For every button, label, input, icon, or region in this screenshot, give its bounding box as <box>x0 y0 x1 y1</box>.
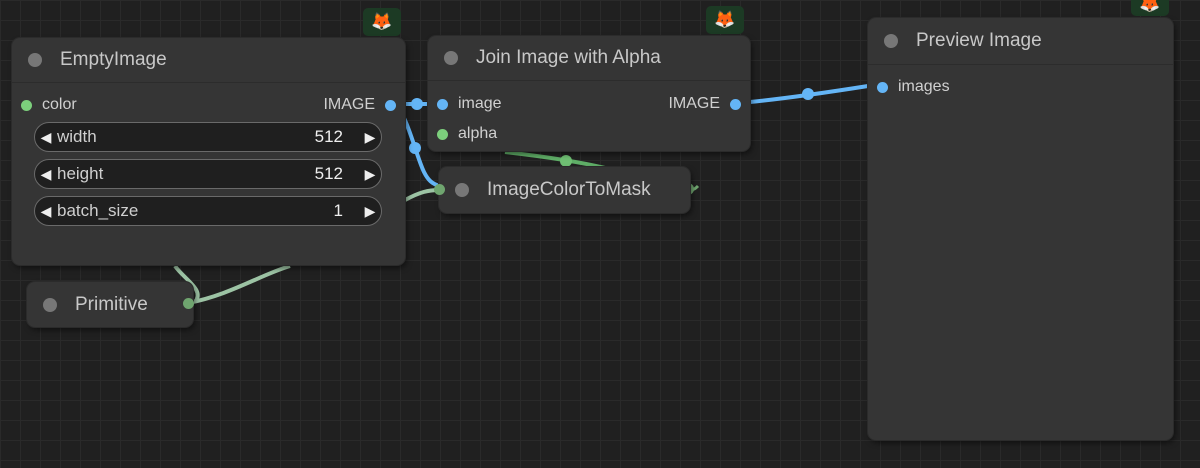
input-dot-icon[interactable] <box>877 81 888 93</box>
widget-width[interactable]: ◀ width 512 ▶ <box>34 122 382 152</box>
node-title-bar[interactable]: Preview Image <box>868 18 1173 65</box>
output-slot-image[interactable]: IMAGE <box>323 96 396 114</box>
increment-arrow-icon[interactable]: ▶ <box>359 129 381 146</box>
node-title: Join Image with Alpha <box>476 47 661 68</box>
slot-label: IMAGE <box>668 95 720 112</box>
node-primitive[interactable]: Primitive <box>27 282 193 327</box>
fox-badge-icon: 🦊 <box>363 8 401 36</box>
widget-label: height <box>57 164 104 183</box>
node-title-bar[interactable]: EmptyImage <box>12 38 405 83</box>
link-midpoint[interactable] <box>411 98 423 110</box>
link-midpoint[interactable] <box>560 155 572 167</box>
output-dot-icon[interactable] <box>730 98 741 110</box>
input-slot-images[interactable]: images <box>877 78 950 96</box>
node-preview-image[interactable]: Preview Image images <box>868 18 1173 440</box>
increment-arrow-icon[interactable]: ▶ <box>359 203 381 220</box>
link-join-to-preview[interactable] <box>749 84 869 104</box>
input-slot-image[interactable]: image <box>437 95 502 113</box>
input-dot-icon[interactable] <box>21 99 32 111</box>
decrement-arrow-icon[interactable]: ◀ <box>35 166 57 183</box>
output-dot-icon[interactable] <box>385 99 396 111</box>
widget-label: width <box>57 127 97 146</box>
slot-label: images <box>898 78 950 95</box>
node-title: EmptyImage <box>60 49 167 70</box>
node-title-bar[interactable]: Join Image with Alpha <box>428 36 750 81</box>
widget-value: 1 <box>333 201 343 220</box>
collapse-dot-icon[interactable] <box>455 183 469 197</box>
fox-badge-icon: 🦊 <box>706 6 744 34</box>
slot-label: color <box>42 96 77 113</box>
input-slot-alpha[interactable]: alpha <box>437 125 497 143</box>
input-dot-icon[interactable] <box>437 98 448 110</box>
collapse-dot-icon[interactable] <box>884 34 898 48</box>
widget-value: 512 <box>314 164 343 183</box>
node-emptyimage[interactable]: EmptyImage color IMAGE ◀ width 512 ▶ ◀ h… <box>12 38 405 265</box>
output-dot-icon[interactable] <box>183 298 194 309</box>
widget-label: batch_size <box>57 201 139 220</box>
node-join-image-with-alpha[interactable]: Join Image with Alpha image alpha IMAGE <box>428 36 750 151</box>
widget-value: 512 <box>314 127 343 146</box>
fox-badge-icon: 🦊 <box>1131 0 1169 16</box>
widget-height[interactable]: ◀ height 512 ▶ <box>34 159 382 189</box>
link-primitive-to-colortomask[interactable] <box>187 264 291 305</box>
node-imagecolortomask[interactable]: ImageColorToMask <box>439 167 690 213</box>
input-dot-icon[interactable] <box>437 128 448 140</box>
collapse-dot-icon[interactable] <box>444 51 458 65</box>
node-title-bar[interactable]: Primitive <box>27 282 193 327</box>
decrement-arrow-icon[interactable]: ◀ <box>35 203 57 220</box>
slot-label: alpha <box>458 125 498 142</box>
link-midpoint[interactable] <box>802 88 814 100</box>
output-slot-image[interactable]: IMAGE <box>668 95 741 113</box>
decrement-arrow-icon[interactable]: ◀ <box>35 129 57 146</box>
node-title: ImageColorToMask <box>487 179 651 200</box>
node-title: Primitive <box>75 293 148 315</box>
slot-label: IMAGE <box>323 96 375 113</box>
input-slot-color[interactable]: color <box>21 96 77 114</box>
collapse-dot-icon[interactable] <box>43 297 57 312</box>
node-title-bar[interactable]: ImageColorToMask <box>439 167 690 213</box>
increment-arrow-icon[interactable]: ▶ <box>359 166 381 183</box>
widget-batch-size[interactable]: ◀ batch_size 1 ▶ <box>34 196 382 226</box>
input-dot-icon[interactable] <box>434 184 445 195</box>
collapse-dot-icon[interactable] <box>28 53 42 67</box>
link-mask-to-alpha[interactable] <box>504 150 606 170</box>
link-midpoint[interactable] <box>409 142 421 154</box>
node-title: Preview Image <box>916 30 1042 51</box>
link-colortomask-out[interactable] <box>689 184 700 192</box>
slot-label: image <box>458 95 502 112</box>
